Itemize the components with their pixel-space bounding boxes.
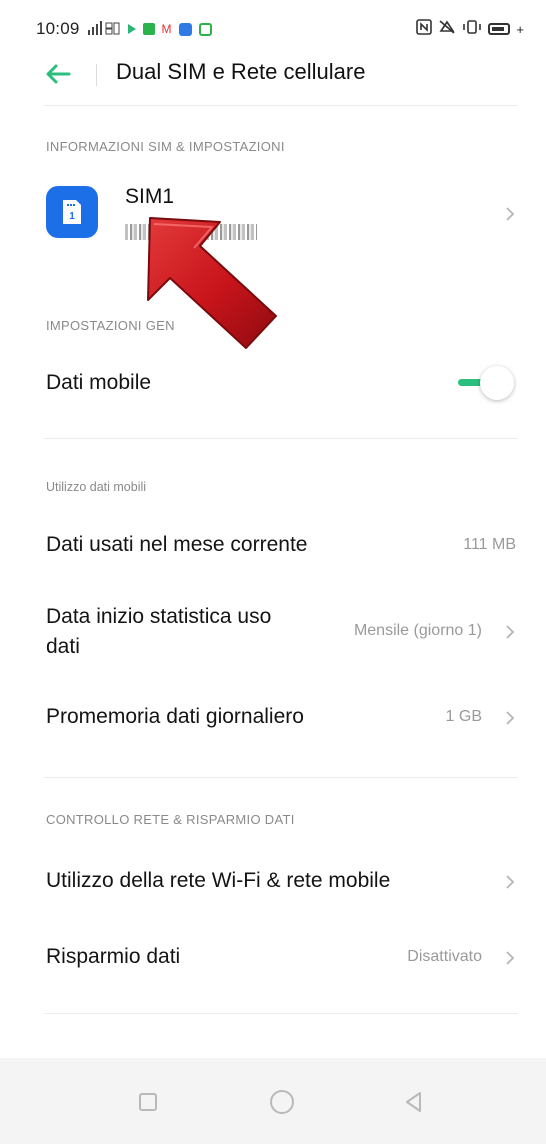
- usage-row-daily-reminder[interactable]: Promemoria dati giornaliero 1 GB: [0, 694, 546, 740]
- usage-row-label: Promemoria dati giornaliero: [46, 705, 304, 728]
- network-row-label: Risparmio dati: [46, 945, 181, 968]
- usage-row-value: 1 GB: [445, 708, 482, 725]
- app-bar-divider: [96, 64, 97, 86]
- app-notification-icon: [142, 23, 155, 35]
- status-time: 10:09: [36, 19, 80, 38]
- app-notification-icon-green: [198, 22, 212, 36]
- app-bar: Dual SIM e Rete cellulare: [0, 46, 546, 102]
- section-header-sim-info: INFORMAZIONI SIM & IMPOSTAZIONI: [46, 139, 285, 154]
- play-store-icon: [127, 24, 136, 34]
- sim1-name: SIM1: [125, 185, 175, 208]
- sim1-number-redacted: [125, 224, 257, 240]
- home-button[interactable]: [262, 1082, 302, 1122]
- usage-row-label: Dati usati nel mese corrente: [46, 533, 308, 556]
- network-row-wifi-mobile[interactable]: Utilizzo della rete Wi-Fi & rete mobile: [0, 856, 546, 906]
- status-left: 10:09 M: [36, 19, 212, 39]
- vibrate-icon: [462, 19, 482, 39]
- header-divider: [44, 105, 518, 106]
- mute-icon: [438, 19, 456, 39]
- recents-button[interactable]: [128, 1082, 168, 1122]
- system-nav-bar: [0, 1058, 546, 1144]
- usage-row-monthly[interactable]: Dati usati nel mese corrente 111 MB: [0, 522, 546, 568]
- back-nav-button[interactable]: [394, 1082, 434, 1122]
- nfc-icon: [416, 19, 433, 39]
- section-divider: [44, 1013, 518, 1014]
- recents-square-icon: [139, 1093, 157, 1111]
- svg-text:1: 1: [69, 211, 75, 222]
- network-row-data-saver[interactable]: Risparmio dati Disattivato: [0, 932, 546, 982]
- mobile-data-label: Dati mobile: [46, 371, 152, 394]
- gmail-icon: M: [161, 22, 172, 36]
- section-header-usage: Utilizzo dati mobili: [46, 480, 147, 494]
- usage-row-value: 111 MB: [463, 536, 516, 553]
- back-button[interactable]: [40, 56, 76, 92]
- usage-row-value: Mensile (giorno 1): [353, 622, 482, 639]
- signal-icon: [87, 20, 121, 39]
- mobile-data-toggle[interactable]: [456, 364, 518, 402]
- section-divider: [44, 777, 518, 778]
- section-header-general: IMPOSTAZIONI GEN: [46, 318, 175, 333]
- home-circle-icon: [270, 1090, 294, 1114]
- sim1-row[interactable]: 1 SIM1: [0, 170, 546, 256]
- usage-row-label: Data inizio statistica uso dati: [46, 605, 272, 658]
- network-row-value: Disattivato: [407, 948, 482, 965]
- network-row-label: Utilizzo della rete Wi-Fi & rete mobile: [46, 869, 391, 892]
- back-triangle-icon: [406, 1092, 421, 1112]
- chevron-right-icon: [506, 951, 515, 965]
- section-header-network: CONTROLLO RETE & RISPARMIO DATI: [46, 812, 295, 827]
- sim-card-icon: 1: [46, 186, 98, 238]
- usage-row-start-date[interactable]: Data inizio statistica uso dati Mensile …: [0, 598, 546, 670]
- app-notification-icon-blue: [178, 22, 192, 36]
- toggle-knob: [480, 366, 514, 400]
- chevron-right-icon: [506, 875, 515, 889]
- chevron-right-icon: [506, 625, 515, 639]
- charging-icon: +: [516, 21, 524, 37]
- chevron-right-icon: [506, 207, 515, 221]
- battery-icon: [488, 23, 511, 35]
- chevron-right-icon: [506, 711, 515, 725]
- page-title: Dual SIM e Rete cellulare: [116, 59, 366, 84]
- status-right: +: [416, 19, 524, 39]
- back-arrow-icon: [46, 64, 71, 84]
- section-divider: [44, 438, 518, 439]
